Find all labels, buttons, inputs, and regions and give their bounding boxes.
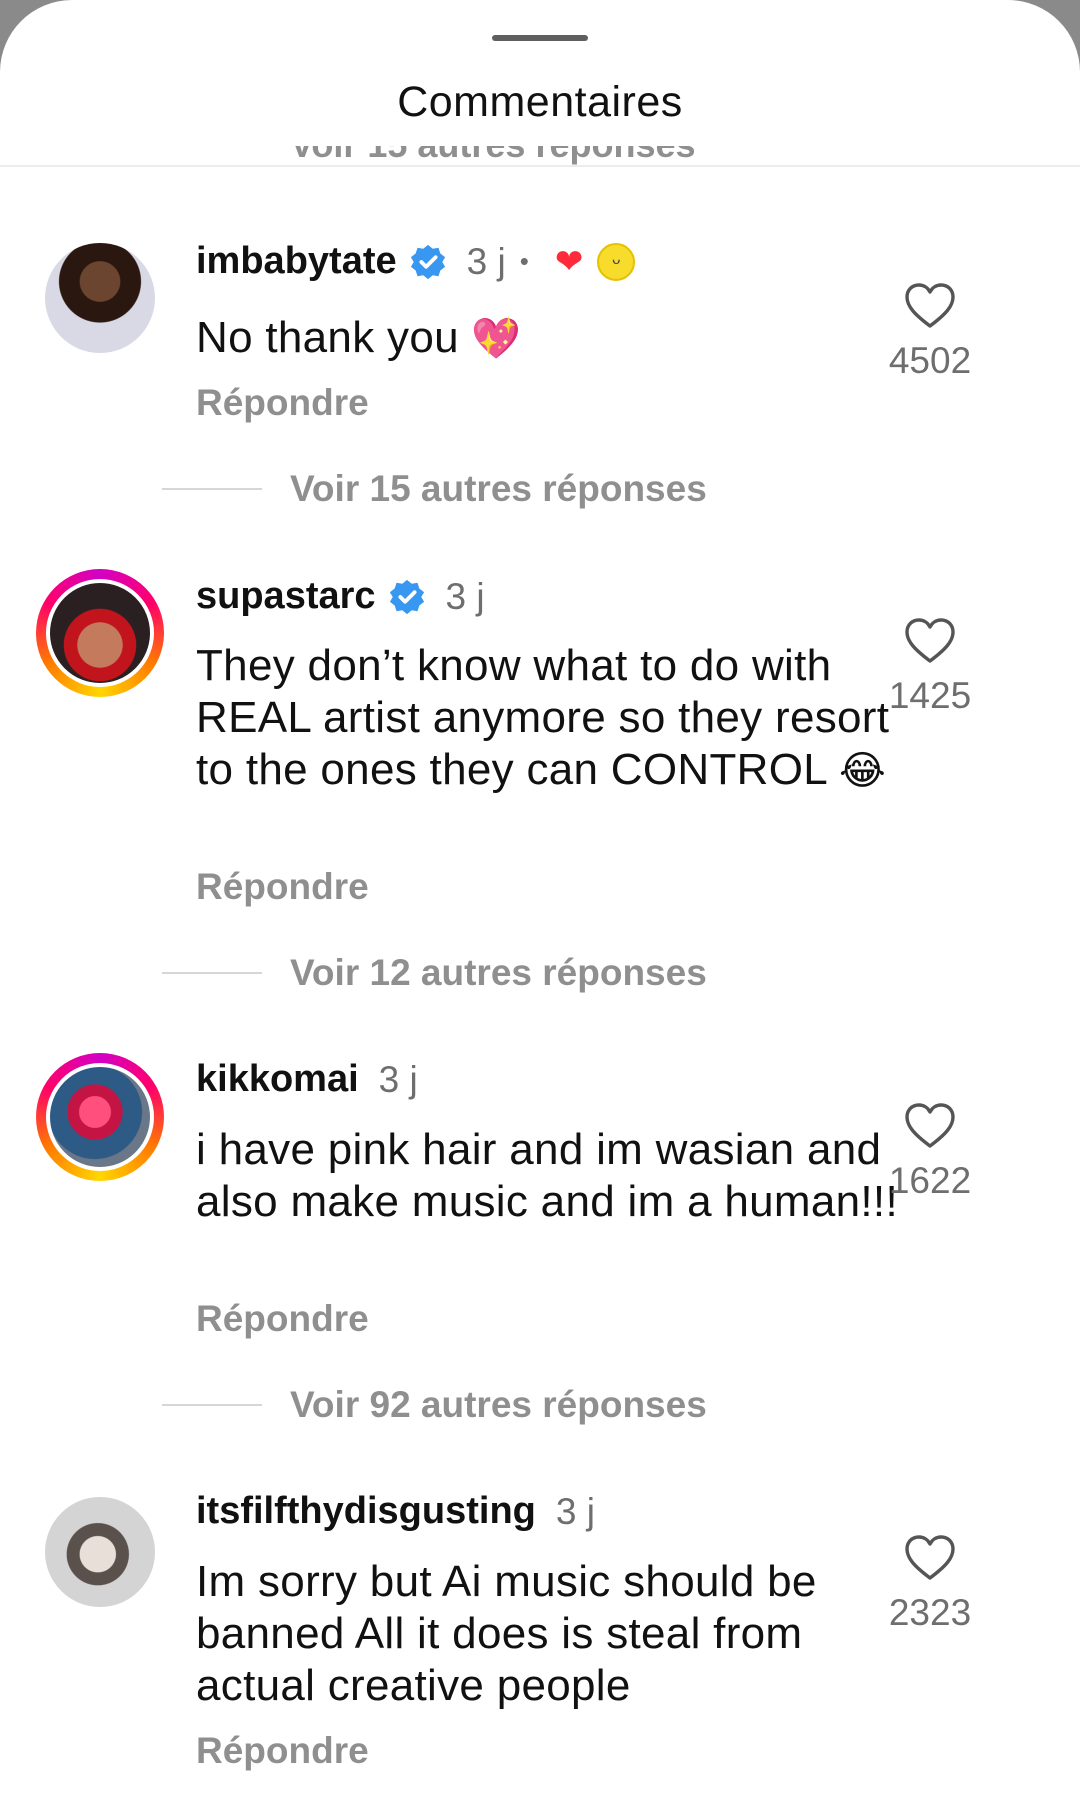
avatar-image [46,1063,154,1171]
reply-button[interactable]: Répondre [196,1730,369,1772]
comment-text-content: They don’t know what to do with REAL art… [196,641,890,794]
avatar[interactable] [45,243,155,353]
laughing-tears-icon: 😂 [838,749,886,793]
comment-time: 3 j [555,1490,595,1532]
cut-off-more-replies: Voir 15 autres réponses [0,146,1080,172]
like-count: 1622 [888,1160,972,1201]
red-heart-icon: ❤ [554,242,584,281]
view-more-replies[interactable]: Voir 15 autres réponses [162,468,707,510]
replies-divider-line [162,1404,262,1406]
replies-divider-line [162,488,262,490]
comment-text-content: No thank you [196,313,459,362]
avatar-story-ring[interactable] [36,1053,164,1181]
replies-divider-line [162,972,262,974]
comment-meta: supastarc 3 j [196,575,485,618]
view-more-replies-label: Voir 12 autres réponses [290,952,707,993]
like-button[interactable]: 1425 [865,617,995,717]
comment-meta: itsfilfthydisgusting 3 j [196,1490,595,1533]
sheet-title: Commentaires [397,78,683,126]
view-more-replies-label: Voir 92 autres réponses [290,1384,707,1425]
avatar-image [45,1497,155,1607]
username[interactable]: itsfilfthydisgusting [196,1490,536,1533]
avatar[interactable] [45,1497,155,1607]
sparkling-heart-icon: 💖 [471,317,522,361]
like-count: 2323 [888,1592,972,1633]
username[interactable]: kikkomai [196,1058,359,1101]
verified-badge-icon [389,579,424,614]
like-button[interactable]: 1622 [865,1102,995,1202]
view-more-replies-label: Voir 15 autres réponses [290,468,707,509]
reply-button[interactable]: Répondre [196,866,369,908]
comment-meta: imbabytate 3 j • ❤ ᵕ [196,240,636,283]
username[interactable]: supastarc [196,575,376,618]
comment-time: 3 j [378,1058,418,1100]
comment-text: i have pink hair and im wasian and also … [196,1125,898,1226]
drag-handle[interactable] [492,35,588,41]
like-button[interactable]: 4502 [865,282,995,382]
heart-outline-icon [905,618,955,663]
comments-sheet: Commentaires Voir 15 autres réponses imb… [0,0,1080,1811]
heart-outline-icon [905,1103,955,1148]
comment-time: 3 j [445,575,485,617]
like-count: 1425 [888,675,972,716]
avatar-story-ring[interactable] [36,569,164,697]
reply-button[interactable]: Répondre [196,382,369,424]
avatar-image [46,579,154,687]
username[interactable]: imbabytate [196,240,397,283]
cut-off-more-replies-text: Voir 15 autres réponses [290,146,696,166]
reply-button[interactable]: Répondre [196,1298,369,1340]
comment-text: Im sorry but Ai music should be banned A… [196,1557,817,1710]
avatar-image [45,243,155,353]
smiley-icon: ᵕ [597,242,636,281]
view-more-replies[interactable]: Voir 92 autres réponses [162,1384,707,1426]
comment-meta: kikkomai 3 j [196,1058,418,1101]
separator-dot: • [519,246,529,276]
header-divider [0,165,1080,167]
heart-outline-icon [905,283,955,328]
comment-time: 3 j [466,240,506,282]
like-count: 4502 [888,340,972,381]
comment-text: No thank you 💖 [196,312,916,365]
comment-text: They don’t know what to do with REAL art… [196,640,916,797]
view-more-replies[interactable]: Voir 12 autres réponses [162,952,707,994]
heart-outline-icon [905,1535,955,1580]
verified-badge-icon [410,244,445,279]
like-button[interactable]: 2323 [865,1534,995,1634]
